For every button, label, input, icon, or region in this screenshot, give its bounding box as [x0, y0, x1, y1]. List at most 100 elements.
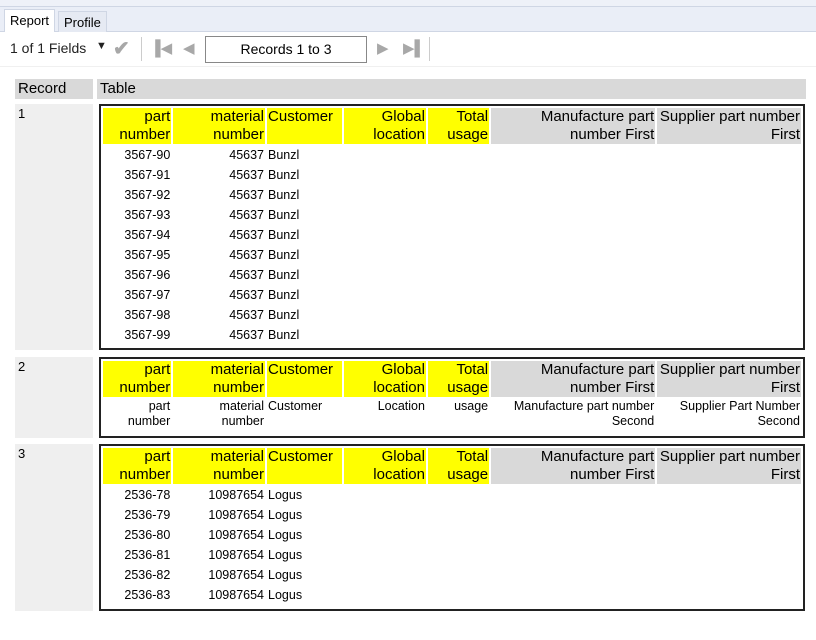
table-cell: 45637 — [229, 308, 265, 322]
column-header[interactable]: part number — [103, 108, 172, 144]
column-header[interactable]: part number — [103, 448, 172, 484]
table-row: 3567-97 45637 Bunzl — [103, 286, 801, 304]
table-cell — [657, 286, 801, 304]
column-header[interactable]: Customer — [267, 108, 343, 144]
table-cell — [491, 546, 655, 564]
tab-report[interactable]: Report — [4, 9, 56, 33]
column-header[interactable]: material number — [173, 361, 266, 397]
table-cell — [657, 266, 801, 284]
last-record-icon[interactable]: ▶▌ — [403, 39, 425, 57]
table-row: 2536-80 10987654 Logus — [103, 526, 801, 544]
record-table: part number material number Customer Global… — [99, 357, 805, 438]
table-cell — [657, 186, 801, 204]
column-header[interactable]: Global location — [344, 108, 426, 144]
table-row: 2536-78 10987654 Logus — [103, 486, 801, 504]
column-header[interactable]: Global location — [344, 361, 426, 397]
table-cell — [657, 146, 801, 164]
table-cell — [428, 506, 489, 524]
checkmark-icon[interactable]: ✔ — [113, 36, 130, 61]
column-header[interactable]: Customer — [267, 361, 343, 397]
table-cell: Bunzl — [268, 168, 300, 182]
column-header[interactable]: Global location — [344, 448, 426, 484]
column-header[interactable]: Manufacture part number First — [491, 448, 656, 484]
table-cell — [491, 226, 655, 244]
table-cell — [491, 206, 655, 224]
chevron-down-icon[interactable]: ▼ — [96, 40, 107, 52]
table-cell — [344, 166, 426, 184]
table-cell: Logus — [268, 488, 303, 502]
table-cell — [428, 246, 489, 264]
table-cell: Bunzl — [268, 328, 300, 342]
column-header[interactable]: Total usage — [427, 448, 490, 484]
column-header[interactable]: Manufacture part number First — [491, 361, 656, 397]
table-cell — [344, 586, 426, 604]
tab-bar: Report Profile — [0, 7, 816, 33]
fields-selector[interactable]: 1 of 1 Fields — [10, 40, 86, 56]
table-cell: Customer — [268, 399, 323, 413]
table-cell: 45637 — [229, 288, 265, 302]
table-cell — [344, 206, 426, 224]
column-header[interactable]: Total usage — [427, 108, 490, 144]
table-cell: Location — [377, 399, 425, 413]
column-header[interactable]: Total usage — [427, 361, 490, 397]
column-header[interactable]: Supplier part number First — [657, 108, 801, 144]
table-cell: Supplier Part Number Second — [679, 399, 800, 428]
table-row: 3567-96 45637 Bunzl — [103, 266, 801, 284]
table-row: 3567-98 45637 Bunzl — [103, 306, 801, 324]
records-range-box: Records 1 to 3 — [205, 36, 367, 63]
table-row: part number material number Customer Locati… — [103, 399, 801, 429]
table-cell — [491, 506, 655, 524]
table-row: 3567-94 45637 Bunzl — [103, 226, 801, 244]
record-table: part number material number Customer Global… — [99, 104, 805, 350]
table-cell: 3567-95 — [124, 248, 171, 262]
table-cell: Bunzl — [268, 268, 300, 282]
table-cell — [491, 586, 655, 604]
column-header[interactable]: material number — [173, 448, 266, 484]
table-cell — [344, 266, 426, 284]
table-cell — [428, 286, 489, 304]
tab-profile[interactable]: Profile — [58, 11, 107, 32]
column-header[interactable]: Customer — [267, 448, 343, 484]
table-cell — [344, 186, 426, 204]
table-row: 3567-90 45637 Bunzl — [103, 146, 801, 164]
table-row: 3567-92 45637 Bunzl — [103, 186, 801, 204]
table-cell — [491, 566, 655, 584]
table-cell — [657, 486, 801, 504]
table-cell: 10987654 — [208, 548, 265, 562]
table-cell: Logus — [268, 508, 303, 522]
column-header[interactable]: Manufacture part number First — [491, 108, 656, 144]
first-record-icon[interactable]: ▐◀ — [150, 39, 172, 57]
table-cell — [344, 246, 426, 264]
table-cell: part number — [127, 399, 171, 428]
table-cell — [491, 186, 655, 204]
table-cell: Logus — [268, 568, 303, 582]
previous-record-icon[interactable]: ◀ — [183, 39, 195, 57]
nested-table: part number material number Customer Global… — [101, 106, 803, 346]
table-cell: 3567-97 — [124, 288, 171, 302]
table-cell: Bunzl — [268, 228, 300, 242]
column-header[interactable]: Supplier part number First — [657, 361, 801, 397]
column-header[interactable]: material number — [173, 108, 266, 144]
nested-table: part number material number Customer Global… — [101, 359, 803, 431]
table-cell: 45637 — [229, 248, 265, 262]
table-cell — [657, 546, 801, 564]
column-header[interactable]: Supplier part number First — [657, 448, 801, 484]
next-record-icon[interactable]: ▶ — [377, 39, 389, 57]
table-row: 3567-93 45637 Bunzl — [103, 206, 801, 224]
header-row: part number material number Customer Global… — [103, 448, 801, 484]
table-cell: 45637 — [229, 328, 265, 342]
table-cell — [428, 306, 489, 324]
column-header[interactable]: part number — [103, 361, 172, 397]
table-cell — [344, 526, 426, 544]
table-cell: 3567-91 — [124, 168, 171, 182]
table-cell: 2536-83 — [124, 588, 171, 602]
table-cell — [491, 146, 655, 164]
table-cell — [344, 566, 426, 584]
table-cell: 3567-94 — [124, 228, 171, 242]
table-cell — [657, 246, 801, 264]
table-cell — [428, 186, 489, 204]
table-cell: Bunzl — [268, 248, 300, 262]
table-cell: usage — [454, 399, 489, 413]
table-cell: Logus — [268, 588, 303, 602]
table-cell: Bunzl — [268, 148, 300, 162]
